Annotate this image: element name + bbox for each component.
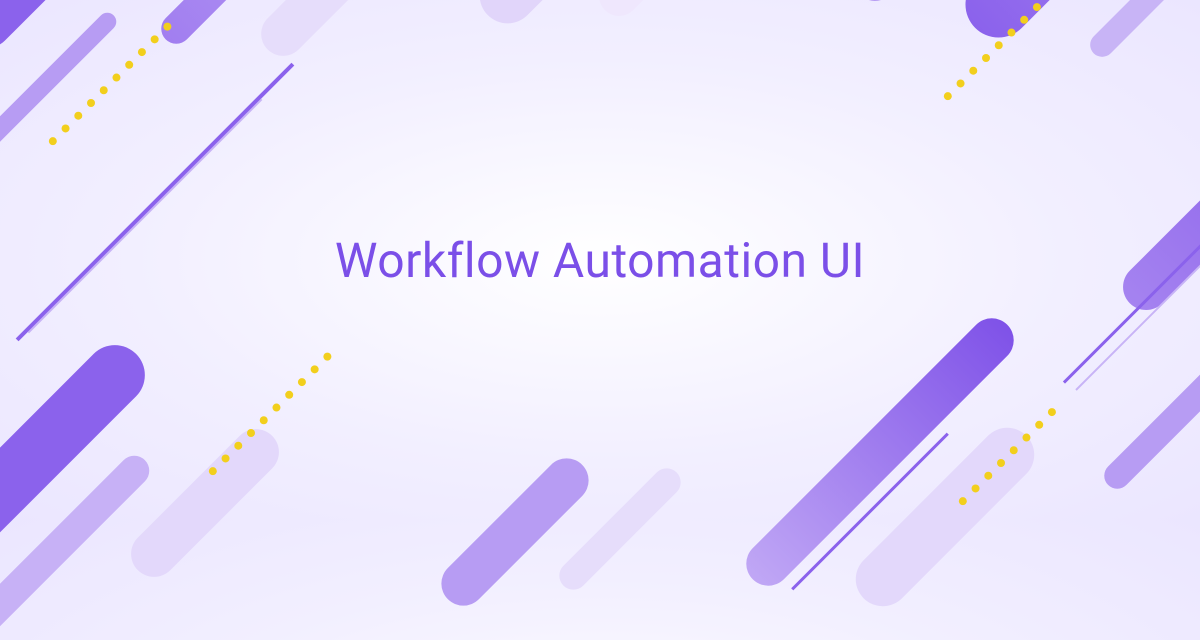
decorative-background bbox=[0, 0, 1200, 520]
decorative-pill bbox=[1099, 292, 1200, 494]
decorative-pill bbox=[591, 0, 739, 24]
decorative-pill bbox=[1085, 0, 1200, 62]
decorative-line bbox=[16, 63, 295, 342]
decorative-pill bbox=[252, 0, 368, 65]
decorative-dots bbox=[47, 21, 173, 147]
decorative-pill bbox=[122, 420, 289, 587]
